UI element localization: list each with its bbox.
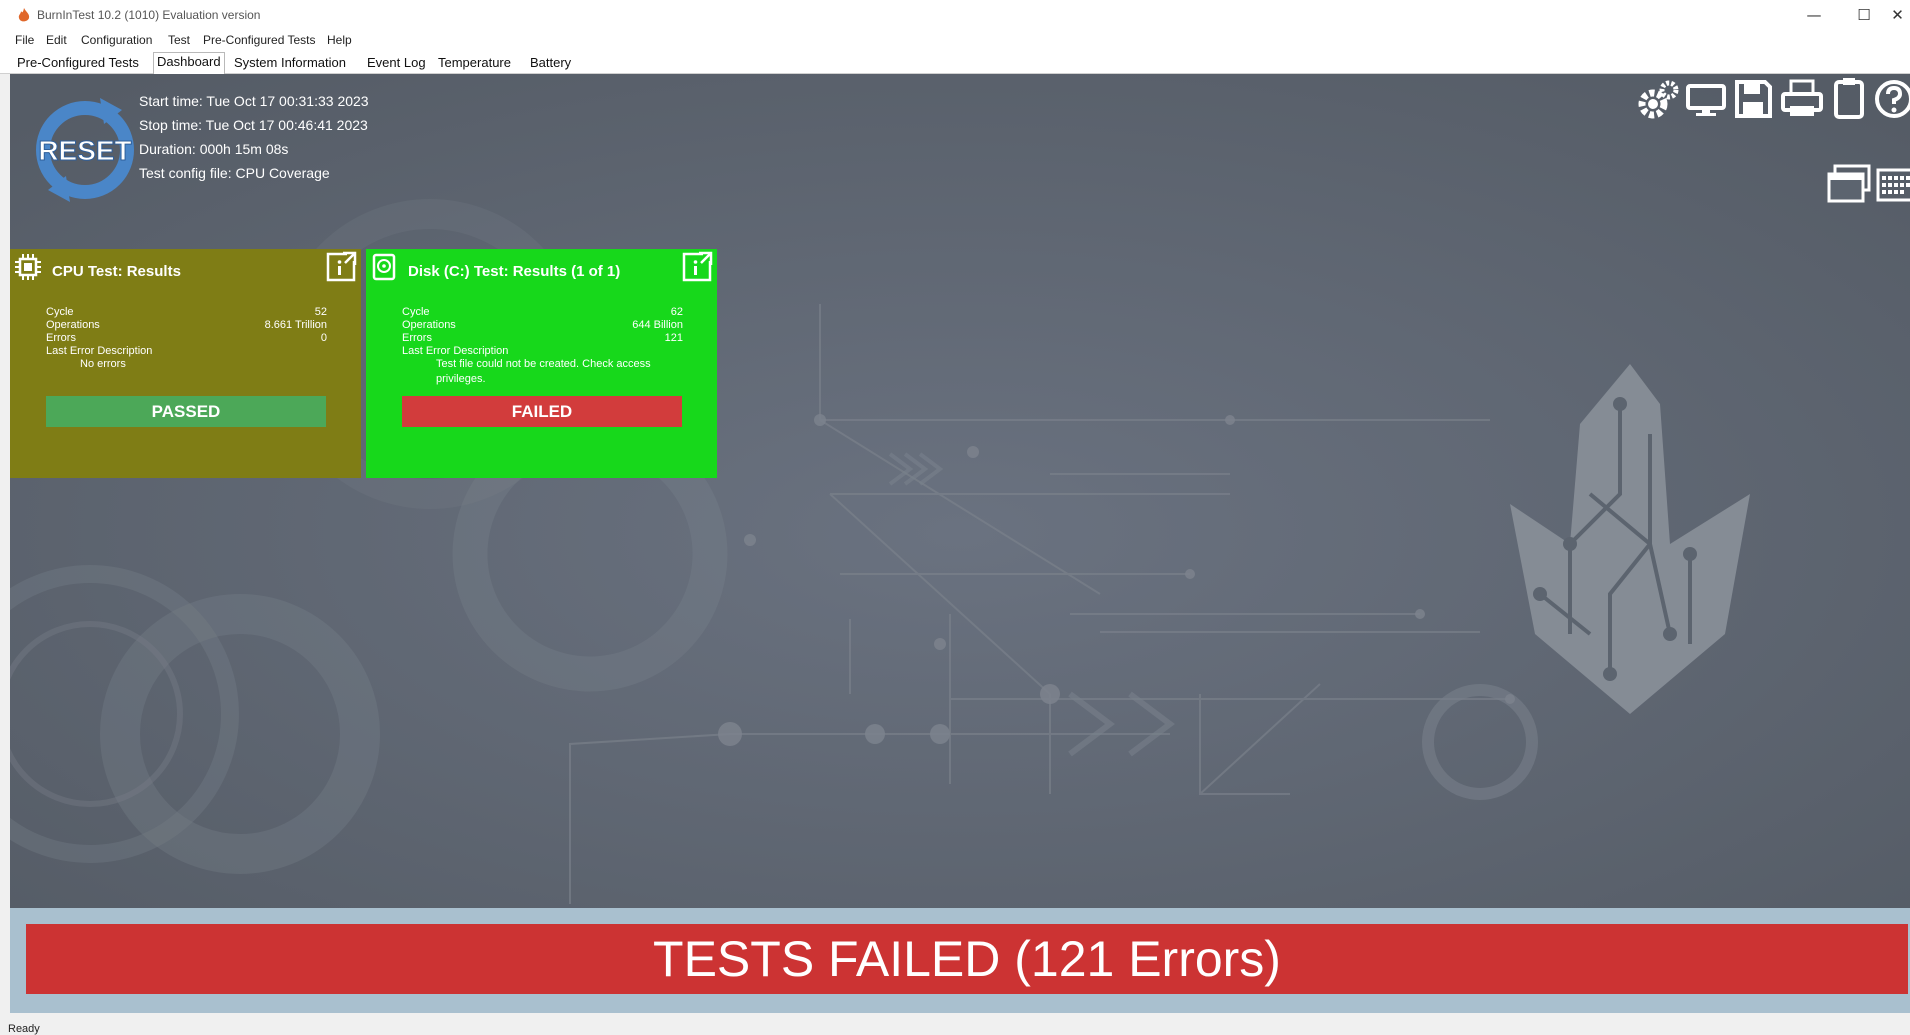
disk-operations-value: 644 Billion [632, 319, 683, 331]
status-bar: Ready [0, 1013, 1910, 1035]
cpu-cycle-label: Cycle [46, 306, 74, 318]
cpu-operations-label: Operations [46, 319, 100, 331]
menu-edit[interactable]: Edit [46, 33, 67, 47]
maximize-button[interactable]: ☐ [1844, 3, 1884, 27]
disk-cycle-value: 62 [670, 306, 683, 318]
window-icon[interactable] [1827, 164, 1871, 204]
dashboard-panel: RESET Start time: Tue Oct 17 00:31:33 20… [10, 74, 1910, 908]
disk-errors-label: Errors [402, 332, 432, 344]
monitor-icon[interactable] [1685, 80, 1727, 120]
disk-card-title: Disk (C:) Test: Results (1 of 1) [408, 263, 621, 280]
cpu-errors-label: Errors [46, 332, 76, 344]
menu-configuration[interactable]: Configuration [81, 33, 152, 47]
disk-operations-label: Operations [402, 319, 456, 331]
disk-errors-value: 121 [664, 332, 683, 344]
flame-app-icon [18, 8, 30, 22]
menu-pre-configured-tests[interactable]: Pre-Configured Tests [203, 33, 316, 47]
cpu-errors-value: 0 [320, 332, 327, 344]
window-title: BurnInTest 10.2 (1010) Evaluation versio… [37, 8, 261, 22]
tab-battery[interactable]: Battery [527, 54, 574, 73]
minimize-button[interactable]: — [1794, 3, 1834, 27]
cpu-cycle-value: 52 [314, 306, 327, 318]
title-bar: BurnInTest 10.2 (1010) Evaluation versio… [0, 0, 1910, 30]
close-button[interactable]: ✕ [1885, 3, 1910, 27]
tests-failed-banner: TESTS FAILED (121 Errors) [26, 924, 1908, 994]
cpu-last-error-label: Last Error Description [46, 345, 153, 357]
tab-system-information[interactable]: System Information [231, 54, 349, 73]
tab-event-log[interactable]: Event Log [364, 54, 429, 73]
help-icon[interactable] [1872, 78, 1910, 120]
keyboard-icon[interactable] [1876, 166, 1910, 204]
menu-test[interactable]: Test [168, 33, 190, 47]
hard-disk-icon [372, 253, 396, 281]
reset-icon[interactable]: RESET [30, 92, 140, 208]
stop-time: Stop time: Tue Oct 17 00:46:41 2023 [139, 117, 368, 133]
cpu-test-card: CPU Test: Results Cycle 52 Operations 8.… [10, 249, 361, 478]
cpu-last-error-text: No errors [80, 358, 126, 370]
disk-test-card: Disk (C:) Test: Results (1 of 1) Cycle 6… [366, 249, 717, 478]
cpu-passed-status: PASSED [46, 396, 326, 427]
status-text: Ready [8, 1023, 40, 1035]
disk-cycle-label: Cycle [402, 306, 430, 318]
disk-failed-status: FAILED [402, 396, 682, 427]
print-icon[interactable] [1780, 78, 1824, 120]
duration: Duration: 000h 15m 08s [139, 141, 289, 157]
tab-pre-configured-tests[interactable]: Pre-Configured Tests [14, 54, 142, 73]
cpu-chip-icon [15, 254, 41, 280]
disk-last-error-label: Last Error Description [402, 345, 509, 357]
save-icon[interactable] [1733, 78, 1773, 120]
menu-file[interactable]: File [15, 33, 34, 47]
menu-bar: File Edit Configuration Test Pre-Configu… [0, 30, 1910, 50]
disk-last-error-text: Test file could not be created. Check ac… [436, 358, 651, 385]
tab-bar: Pre-Configured Tests Dashboard System In… [0, 50, 1910, 74]
cpu-card-title: CPU Test: Results [52, 263, 181, 280]
config-file: Test config file: CPU Coverage [139, 165, 330, 181]
external-info-icon[interactable] [325, 251, 357, 283]
circuit-background-graphic [10, 74, 1910, 908]
tab-dashboard[interactable]: Dashboard [153, 52, 225, 74]
clipboard-icon[interactable] [1832, 76, 1866, 120]
tab-temperature[interactable]: Temperature [435, 54, 514, 73]
settings-icon[interactable] [1635, 78, 1679, 122]
menu-help[interactable]: Help [327, 33, 352, 47]
external-info-icon[interactable] [681, 251, 713, 283]
reset-label: RESET [38, 135, 131, 166]
start-time: Start time: Tue Oct 17 00:31:33 2023 [139, 93, 369, 109]
result-area: TESTS FAILED (121 Errors) [10, 908, 1910, 1013]
cpu-operations-value: 8.661 Trillion [264, 319, 327, 331]
